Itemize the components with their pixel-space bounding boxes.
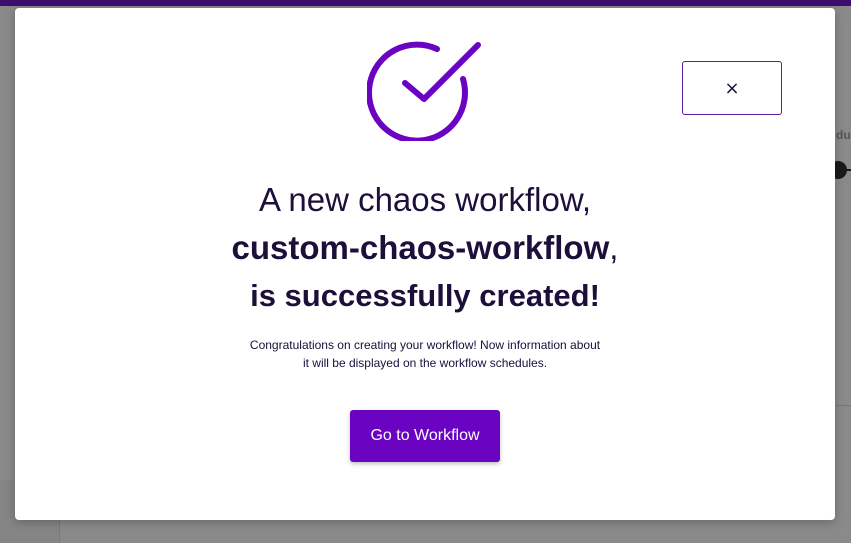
success-modal: × A new chaos workflow, custom-chaos-wor… — [15, 8, 835, 520]
headline-prefix: A new chaos workflow, — [259, 181, 591, 218]
workflow-name-suffix: , — [609, 229, 619, 266]
workflow-name: custom-chaos-workflow — [231, 229, 610, 266]
background-partial-label: du — [836, 128, 851, 142]
headline-suffix: is successfully created! — [250, 278, 600, 313]
go-to-workflow-button[interactable]: Go to Workflow — [350, 410, 500, 462]
headline-workflow-line: custom-chaos-workflow, — [15, 224, 835, 272]
success-headline: A new chaos workflow, custom-chaos-workf… — [15, 176, 835, 320]
background-graph-edge — [845, 169, 851, 171]
description-line-1: Congratulations on creating your workflo… — [249, 338, 601, 352]
background-divider — [835, 405, 851, 406]
check-circle-icon — [367, 41, 481, 141]
description-line-2: it will be displayed on the workflow sch… — [302, 356, 548, 370]
app-top-bar — [0, 0, 851, 6]
close-icon: × — [724, 77, 740, 99]
success-description: Congratulations on creating your workflo… — [225, 336, 625, 372]
close-button[interactable]: × — [682, 61, 782, 115]
